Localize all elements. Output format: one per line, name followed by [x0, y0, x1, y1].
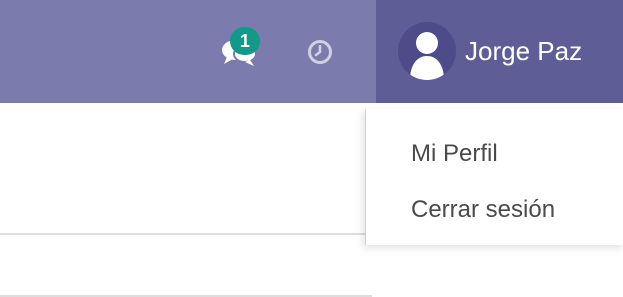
unread-messages-badge: 1 — [230, 27, 260, 55]
menu-item-my-profile[interactable]: Mi Perfil — [366, 127, 623, 179]
menu-item-label: Cerrar sesión — [411, 196, 556, 223]
content-divider — [0, 233, 372, 235]
avatar — [398, 22, 456, 80]
user-dropdown-menu: Mi Perfil Cerrar sesión — [365, 109, 623, 245]
top-navbar: 1 Jorge Paz — [0, 0, 623, 103]
menu-item-label: Mi Perfil — [411, 140, 498, 167]
user-silhouette-icon — [410, 32, 444, 80]
clock-icon — [308, 39, 332, 64]
user-menu-toggle[interactable]: Jorge Paz — [376, 0, 623, 103]
user-name: Jorge Paz — [465, 36, 583, 66]
activity-button[interactable] — [292, 0, 348, 103]
menu-item-logout[interactable]: Cerrar sesión — [366, 183, 623, 235]
